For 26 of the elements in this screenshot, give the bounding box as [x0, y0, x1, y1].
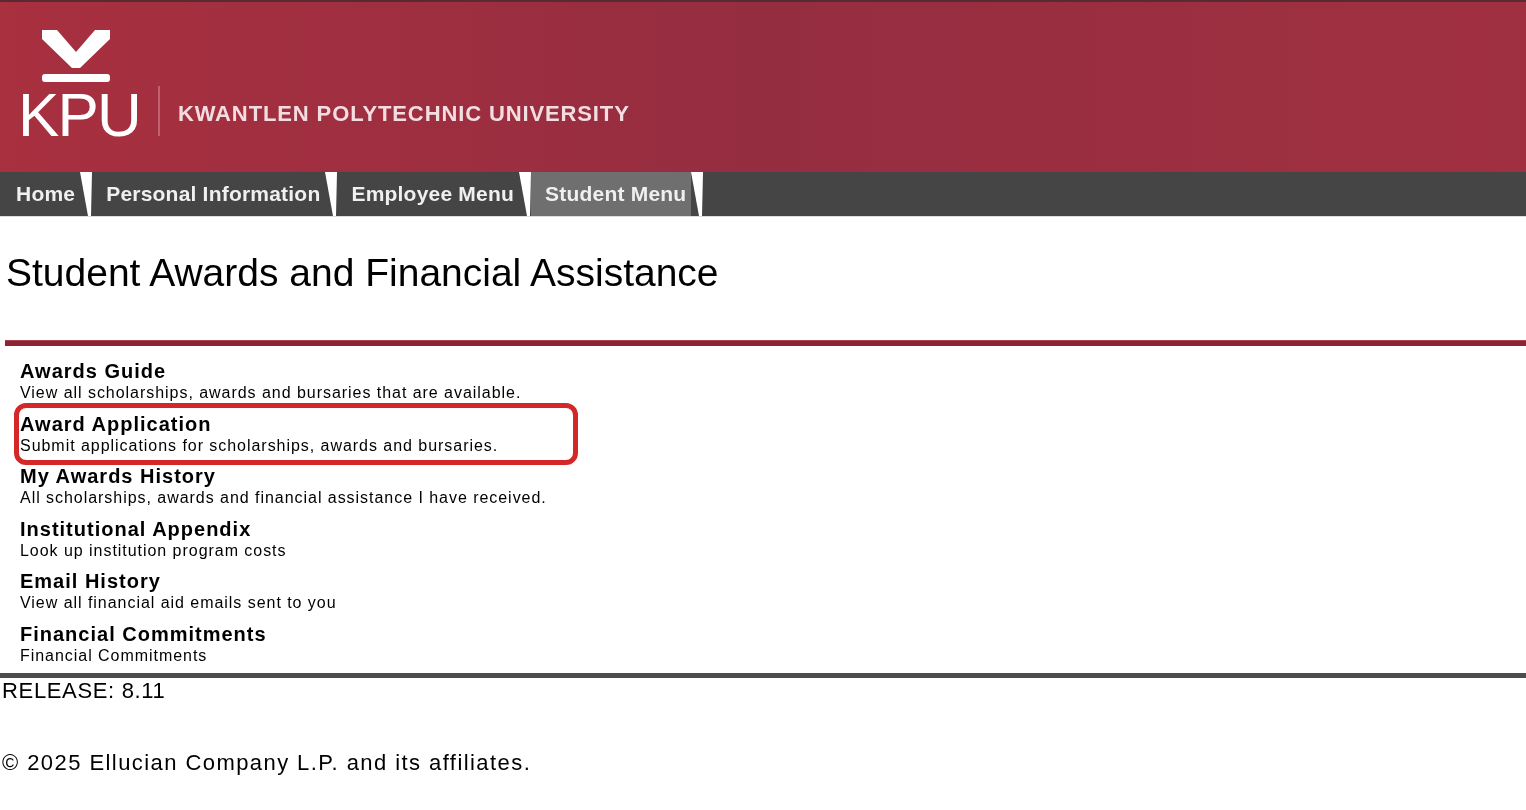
menu-description: Look up institution program costs: [20, 540, 287, 561]
nav-tab[interactable]: Personal Information: [92, 172, 326, 216]
tab-divider-icon: [519, 172, 532, 216]
menu-link[interactable]: Institutional Appendix: [20, 516, 252, 541]
logo-text: KPU: [18, 84, 140, 146]
tab-divider-icon: [691, 172, 704, 216]
menu-link[interactable]: My Awards History: [20, 464, 216, 489]
menu-link[interactable]: Awards Guide: [20, 359, 167, 383]
menu-description: View all scholarships, awards and bursaries that are available.: [20, 383, 522, 403]
menu-description: Financial Commitments: [20, 645, 208, 666]
release-label: RELEASE: 8.11: [2, 677, 166, 704]
menu-link[interactable]: Financial Commitments: [20, 621, 267, 646]
copyright-text: © 2025 Ellucian Company L.P. and its affiliates.: [2, 749, 532, 776]
nav-tab[interactable]: Student Menu: [531, 172, 692, 216]
menu-description: View all financial aid emails sent to you: [20, 593, 337, 614]
logo-mark-icon: [40, 30, 112, 84]
nav-tab[interactable]: Home: [2, 172, 81, 216]
menu-link[interactable]: Award Application: [20, 411, 212, 436]
menu-description: All scholarships, awards and financial assistance I have received.: [20, 488, 547, 509]
nav-tab[interactable]: Employee Menu: [337, 172, 520, 216]
menu-link[interactable]: Email History: [20, 569, 161, 594]
page-title: Student Awards and Financial Assistance: [6, 250, 720, 296]
tab-divider-icon: [325, 172, 338, 216]
tab-divider-icon: [80, 172, 93, 216]
institution-name: KWANTLEN POLYTECHNIC UNIVERSITY: [177, 101, 630, 127]
menu-description: Submit applications for scholarships, awards and bursaries.: [20, 435, 499, 456]
